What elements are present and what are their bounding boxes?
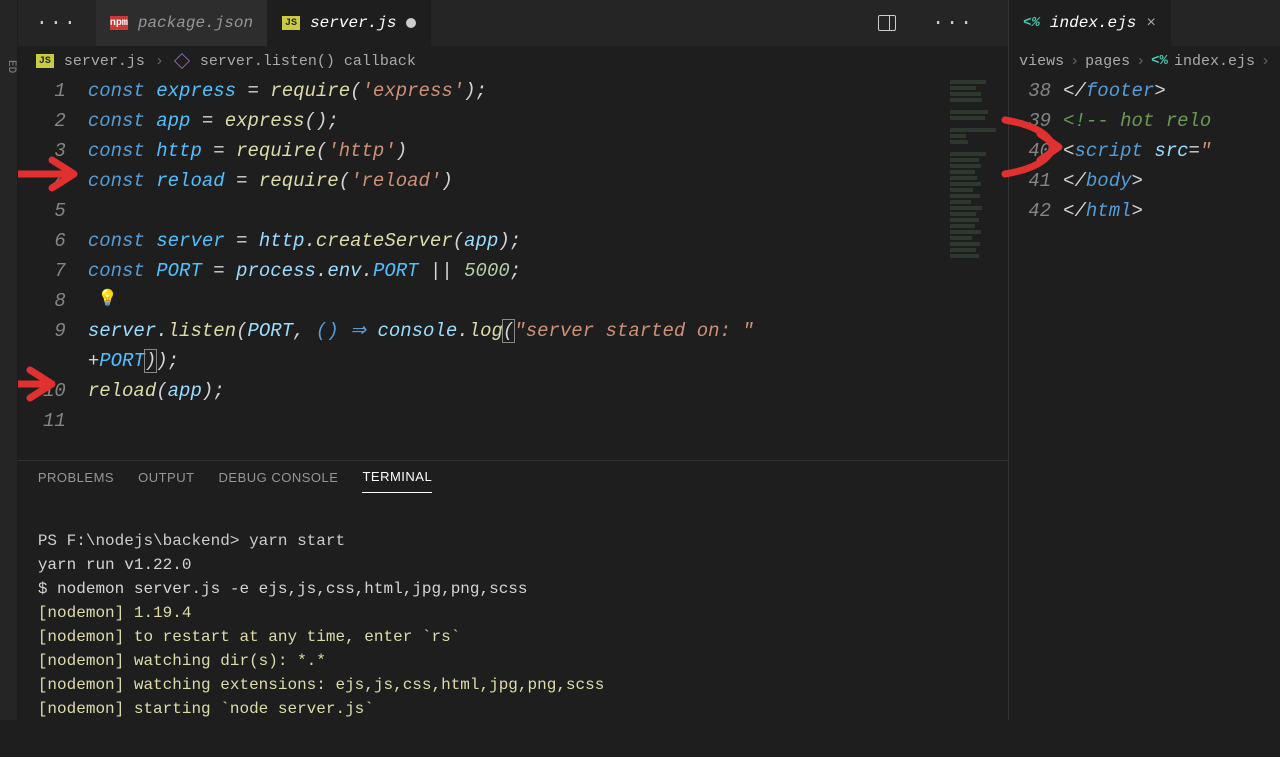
editor-actions-menu[interactable]: ···: [18, 12, 96, 35]
chevron-right-icon: ›: [155, 53, 164, 70]
js-icon: JS: [36, 54, 54, 68]
breadcrumb-symbol: server.listen() callback: [200, 53, 416, 70]
panel-tab-problems[interactable]: PROBLEMS: [38, 462, 114, 493]
breadcrumb[interactable]: JS server.js › server.listen() callback: [18, 46, 1008, 76]
bottom-panel: PROBLEMS OUTPUT DEBUG CONSOLE TERMINAL P…: [18, 460, 1008, 720]
code-content[interactable]: const express = require('express'); cons…: [88, 76, 1008, 460]
ejs-icon: <%: [1151, 53, 1168, 69]
tab-label: index.ejs: [1050, 14, 1136, 32]
tab-label: server.js: [310, 14, 396, 32]
main-editor-column: ··· npm package.json JS server.js ··· JS…: [18, 0, 1008, 720]
tab-bar: ··· npm package.json JS server.js ···: [18, 0, 1008, 46]
chevron-right-icon: ›: [1261, 53, 1270, 70]
panel-tab-output[interactable]: OUTPUT: [138, 462, 194, 493]
right-breadcrumb[interactable]: views › pages › <% index.ejs ›: [1009, 46, 1280, 76]
tab-label: package.json: [138, 14, 253, 32]
breadcrumb-segment: views: [1019, 53, 1064, 70]
line-gutter: 1 2 3 4 5 6 7 8 9 10 11: [18, 76, 88, 460]
chevron-right-icon: ›: [1070, 53, 1079, 70]
right-line-gutter: 38 39 40 41 42: [1009, 76, 1063, 720]
tab-server-js[interactable]: JS server.js: [268, 0, 431, 46]
lightbulb-icon[interactable]: 💡: [98, 288, 118, 308]
breadcrumb-segment: pages: [1085, 53, 1130, 70]
right-editor-column: <% index.ejs × views › pages › <% index.…: [1008, 0, 1280, 720]
right-code-content[interactable]: </footer> <!-- hot relo <script src=" </…: [1063, 76, 1211, 720]
code-editor[interactable]: 1 2 3 4 5 6 7 8 9 10 11 const express = …: [18, 76, 1008, 460]
npm-icon: npm: [110, 16, 128, 30]
minimap[interactable]: [944, 76, 1008, 460]
editor-top-actions: ···: [878, 12, 1008, 35]
unsaved-indicator-icon: [406, 18, 416, 28]
right-tab-bar: <% index.ejs ×: [1009, 0, 1280, 46]
panel-tabs: PROBLEMS OUTPUT DEBUG CONSOLE TERMINAL: [18, 461, 1008, 493]
js-icon: JS: [282, 16, 300, 30]
close-icon[interactable]: ×: [1146, 14, 1156, 32]
sidebar-strip: ED: [0, 0, 18, 720]
sidebar-badge: ED: [5, 60, 17, 73]
tab-index-ejs[interactable]: <% index.ejs ×: [1009, 0, 1171, 46]
split-editor-icon[interactable]: [878, 15, 896, 31]
breadcrumb-file: index.ejs: [1174, 53, 1255, 70]
right-code-editor[interactable]: 38 39 40 41 42 </footer> <!-- hot relo <…: [1009, 76, 1280, 720]
panel-tab-debug-console[interactable]: DEBUG CONSOLE: [219, 462, 339, 493]
more-actions-icon[interactable]: ···: [914, 12, 992, 35]
ejs-icon: <%: [1023, 15, 1040, 31]
tab-package-json[interactable]: npm package.json: [96, 0, 268, 46]
panel-tab-terminal[interactable]: TERMINAL: [362, 461, 432, 493]
breadcrumb-file: server.js: [64, 53, 145, 70]
terminal-output[interactable]: PS F:\nodejs\backend> yarn start yarn ru…: [18, 493, 1008, 757]
method-icon: [174, 53, 190, 69]
chevron-right-icon: ›: [1136, 53, 1145, 70]
